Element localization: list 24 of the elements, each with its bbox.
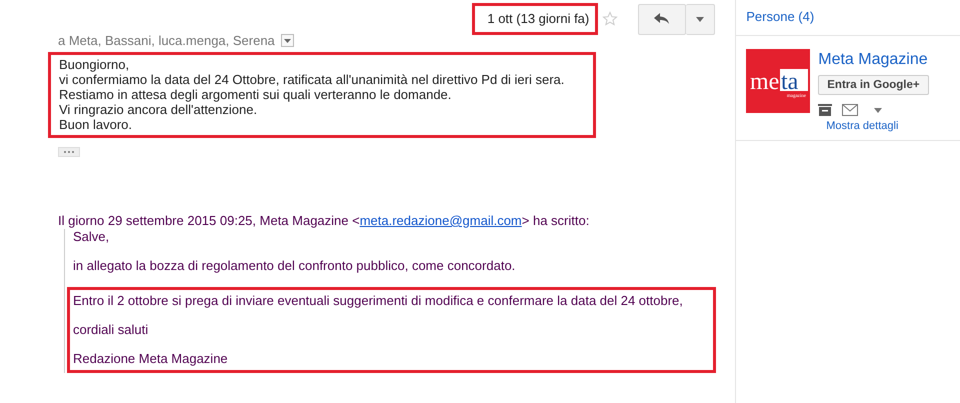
more-button[interactable] — [686, 4, 716, 34]
quoted-text: Entro il 2 ottobre si prega di inviare eventuali suggerimenti di modifica e confermare la data del 24 ottobre, — [73, 293, 684, 309]
caret-icon[interactable] — [874, 108, 882, 112]
contact-name[interactable]: Meta Magazine — [818, 51, 928, 69]
quoted-text: cordiali saluti — [73, 322, 150, 338]
quoted-text: Salve, — [73, 229, 110, 245]
quoted-text: in allegato la bozza di regolamento del confronto pubblico, come concordato. — [73, 258, 516, 274]
message-date: 1 ott (13 giorni fa) — [472, 3, 598, 35]
google-plus-button[interactable]: Entra in Google+ — [818, 75, 929, 95]
email-link[interactable]: meta.redazione@gmail.com — [360, 213, 522, 228]
people-heading[interactable]: Persone (4) — [736, 0, 960, 36]
caret-icon — [284, 38, 291, 42]
show-trimmed-button[interactable] — [58, 147, 80, 157]
reply-button[interactable] — [638, 4, 686, 34]
details-toggle[interactable] — [280, 34, 294, 47]
mail-icon[interactable] — [842, 104, 858, 116]
details-link[interactable]: Mostra dettagli — [826, 120, 960, 132]
caret-icon — [696, 16, 704, 22]
star-icon[interactable] — [602, 11, 618, 27]
quoted-text: Redazione Meta Magazine — [73, 351, 229, 367]
quote-header: Il giorno 29 settembre 2015 09:25, Meta Magazine <meta.redazione@gmail.com> ha scritto: — [58, 213, 590, 228]
recipients: a Meta, Bassani, luca.menga, Serena — [58, 33, 275, 48]
message-body: Buongiorno, vi confermiamo la data del 24 Ottobre, ratificata all'unanimità nel direttivo Pd di ieri sera. Restiamo in attesa degli argomenti sui quali verteranno le domande. Vi ringrazio ancora dell'attenzione. Buon lavoro. — [48, 52, 596, 138]
reply-icon — [654, 13, 670, 25]
